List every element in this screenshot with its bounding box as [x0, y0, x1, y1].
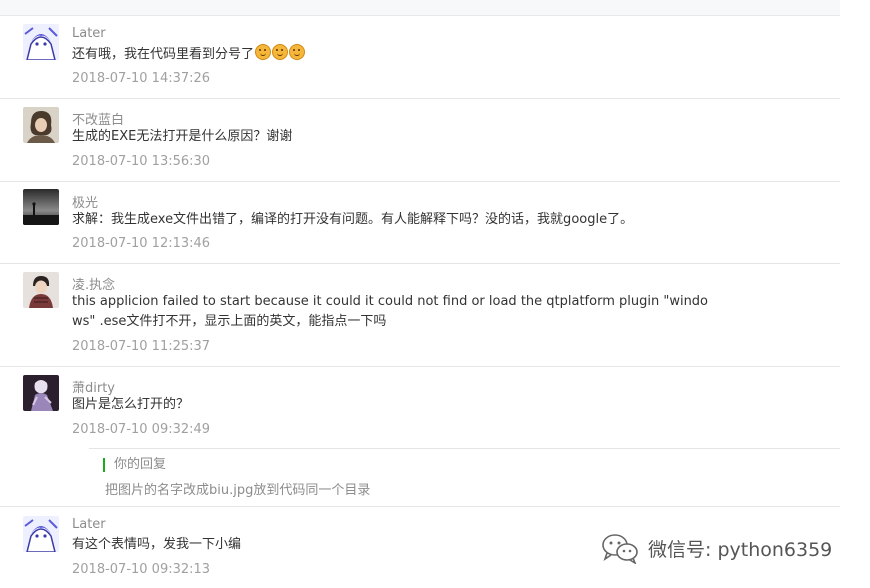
comment-item: 不改蓝白 生成的EXE无法打开是什么原因？谢谢 2018-07-10 13:56…	[0, 99, 840, 181]
comment-page: Later 还有哦，我在代码里看到分号了 2018-07-10 14:37:26…	[0, 0, 870, 588]
reply-label: 你的回复	[103, 458, 166, 472]
comment-nickname: Later	[72, 26, 106, 41]
wechat-logo-icon	[602, 534, 638, 564]
reply-divider	[89, 448, 840, 449]
top-strip	[0, 0, 840, 16]
wechat-watermark: 微信号: python6359	[600, 532, 832, 564]
comment-time: 2018-07-10 09:32:13	[72, 562, 211, 577]
comment-text: 求解：我生成exe文件出错了，编译的打开没有问题。有人能解释下吗？没的话，我就g…	[72, 212, 634, 227]
comment-item: Later 还有哦，我在代码里看到分号了 2018-07-10 14:37:26	[0, 15, 840, 98]
comment-time: 2018-07-10 09:32:49	[72, 422, 211, 437]
author-reply: 你的回复 把图片的名字改成biu.jpg放到代码同一个目录	[89, 448, 840, 504]
avatar[interactable]	[23, 375, 59, 411]
avatar[interactable]	[23, 107, 59, 143]
comment-text: 有这个表情吗，发我一下小编	[72, 537, 242, 552]
avatar[interactable]	[23, 24, 59, 60]
comment-text-body: 还有哦，我在代码里看到分号了	[72, 47, 255, 62]
reply-text: 把图片的名字改成biu.jpg放到代码同一个目录	[105, 483, 371, 498]
comment-nickname: 极光	[72, 196, 99, 211]
comment-item: 凌.执念 this applicion failed to start beca…	[0, 264, 840, 366]
avatar[interactable]	[23, 272, 59, 308]
comment-text-line-1: this applicion failed to start because i…	[72, 294, 709, 309]
comment-item: 萧dirty 图片是怎么打开的？ 2018-07-10 09:32:49 你的回…	[0, 367, 840, 506]
right-margin	[840, 0, 870, 588]
comment-text: 图片是怎么打开的？	[72, 397, 190, 412]
comment-time: 2018-07-10 13:56:30	[72, 154, 211, 169]
wechat-id-text: 微信号: python6359	[648, 538, 833, 561]
smirk-emoji-icon	[255, 44, 272, 60]
comment-nickname: 凌.执念	[72, 278, 116, 293]
comment-time: 2018-07-10 14:37:26	[72, 71, 211, 86]
comment-nickname: 不改蓝白	[72, 113, 125, 128]
comment-text: 生成的EXE无法打开是什么原因？谢谢	[72, 129, 293, 144]
comment-time: 2018-07-10 12:13:46	[72, 236, 211, 251]
comment-item: 极光 求解：我生成exe文件出错了，编译的打开没有问题。有人能解释下吗？没的话，…	[0, 182, 840, 264]
avatar[interactable]	[23, 189, 59, 225]
comment-time: 2018-07-10 11:25:37	[72, 339, 211, 354]
comment-text-line-2: ws" .ese文件打不开，显示上面的英文，能指点一下吗	[72, 314, 387, 329]
avatar[interactable]	[23, 516, 59, 552]
comment-nickname: Later	[72, 517, 106, 532]
comment-text: 还有哦，我在代码里看到分号了	[72, 44, 306, 65]
comment-nickname: 萧dirty	[72, 381, 115, 396]
smirk-emoji-icon	[289, 44, 306, 60]
smirk-emoji-icon	[272, 44, 289, 60]
